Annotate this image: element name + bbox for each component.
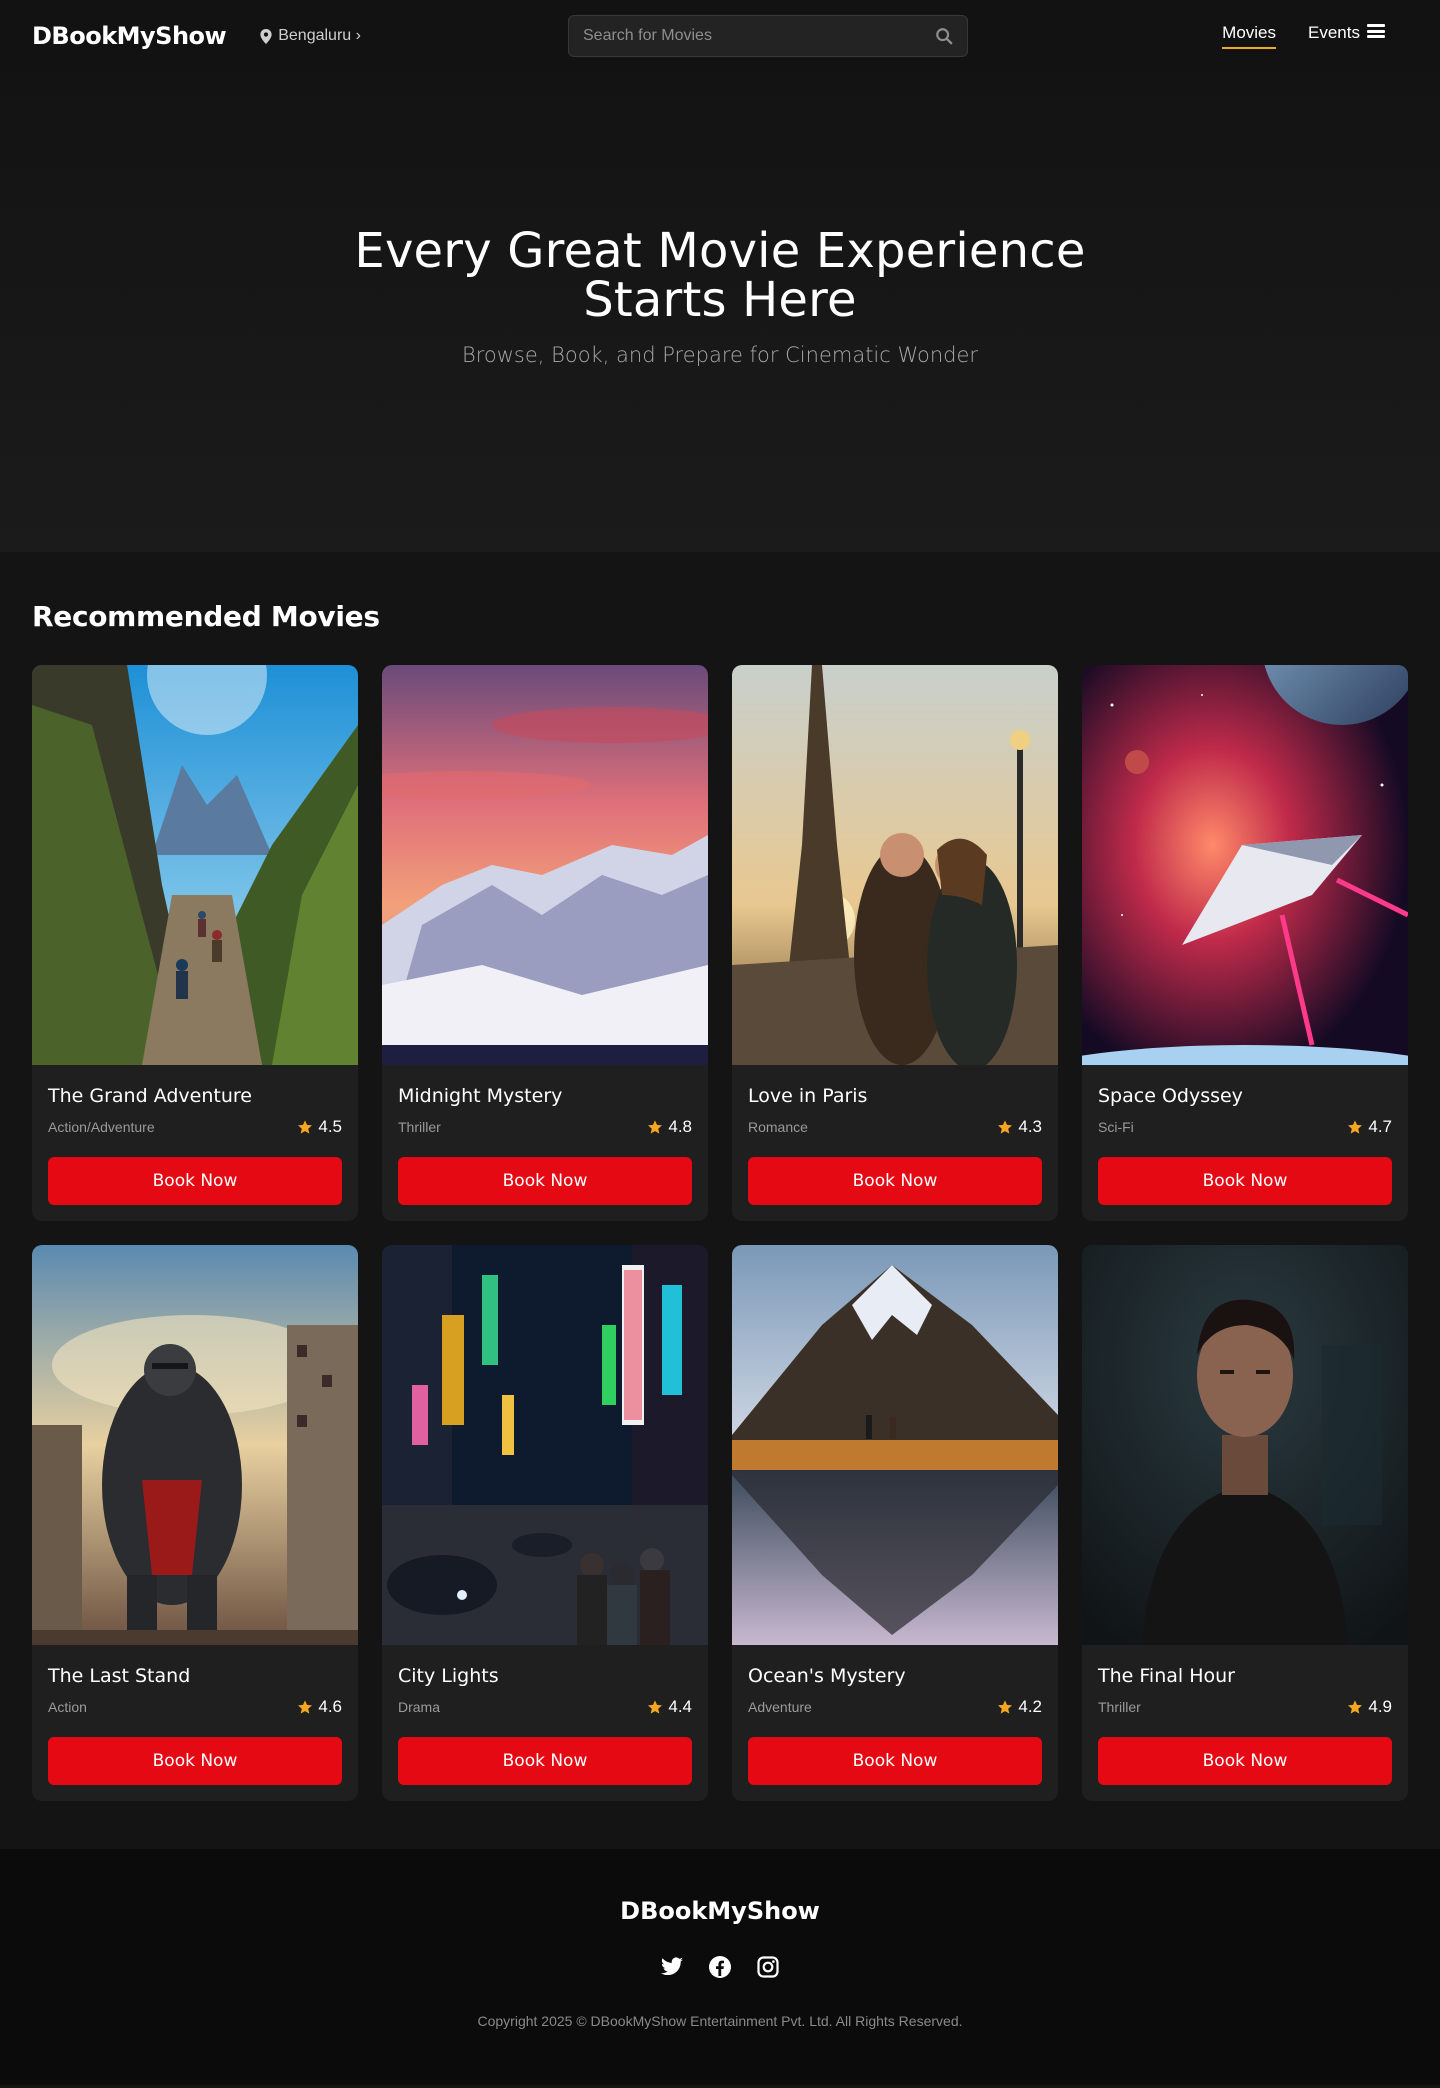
search-box (568, 15, 968, 57)
recommended-section: Recommended Movies The Grand Adventure A… (0, 552, 1440, 1849)
instagram-icon[interactable] (756, 1955, 780, 1979)
nav-events[interactable]: Events (1308, 23, 1360, 49)
section-title: Recommended Movies (32, 600, 380, 633)
rating-value: 4.2 (1018, 1697, 1042, 1716)
star-icon (1348, 1700, 1363, 1714)
location-label: Bengaluru › (278, 27, 361, 44)
nav-movies[interactable]: Movies (1222, 23, 1277, 49)
facebook-icon[interactable] (708, 1955, 732, 1979)
movie-title: The Last Stand (48, 1665, 191, 1687)
rating-value: 4.5 (318, 1117, 342, 1136)
movie-genre: Action (48, 1699, 87, 1715)
rating-value: 4.3 (1018, 1117, 1042, 1136)
book-now-button[interactable]: Book Now (748, 1737, 1042, 1785)
movie-genre: Romance (748, 1119, 808, 1135)
star-icon (648, 1700, 663, 1714)
hamburger-menu-icon[interactable] (1367, 22, 1385, 40)
star-icon (998, 1700, 1013, 1714)
movie-poster-image[interactable] (382, 665, 708, 1065)
movie-card[interactable]: City Lights Drama 4.4 Book Now (382, 1245, 708, 1801)
movie-title: Space Odyssey (1098, 1085, 1243, 1107)
movie-rating: 4.3 (997, 1117, 1042, 1137)
movie-genre: Action/Adventure (48, 1119, 155, 1135)
movie-genre: Sci-Fi (1098, 1119, 1134, 1135)
site-logo[interactable]: DBookMyShow (32, 22, 227, 50)
movie-rating: 4.8 (647, 1117, 692, 1137)
hero-subtitle: Browse, Book, and Prepare for Cinematic … (461, 343, 979, 367)
movie-card[interactable]: Ocean's Mystery Adventure 4.2 Book Now (732, 1245, 1058, 1801)
movie-poster-image[interactable] (32, 665, 358, 1065)
movie-grid: The Grand Adventure Action/Adventure 4.5… (32, 665, 1408, 1801)
movie-poster-image[interactable] (1082, 665, 1408, 1065)
star-icon (298, 1120, 313, 1134)
movie-genre: Thriller (1098, 1699, 1141, 1715)
movie-rating: 4.7 (1347, 1117, 1392, 1137)
movie-rating: 4.4 (647, 1697, 692, 1717)
movie-rating: 4.9 (1347, 1697, 1392, 1717)
hero-banner: Every Great Movie Experience Starts Here… (0, 72, 1440, 552)
movie-card[interactable]: The Last Stand Action 4.6 Book Now (32, 1245, 358, 1801)
book-now-button[interactable]: Book Now (1098, 1737, 1392, 1785)
star-icon (298, 1700, 313, 1714)
star-icon (648, 1120, 663, 1134)
rating-value: 4.7 (1368, 1117, 1392, 1136)
movie-title: Ocean's Mystery (748, 1665, 906, 1687)
movie-poster-image[interactable] (382, 1245, 708, 1645)
movie-poster-image[interactable] (732, 665, 1058, 1065)
main-nav: Movies Events (1222, 0, 1360, 72)
book-now-button[interactable]: Book Now (398, 1737, 692, 1785)
movie-title: The Grand Adventure (48, 1085, 252, 1107)
book-now-button[interactable]: Book Now (1098, 1157, 1392, 1205)
movie-card[interactable]: Space Odyssey Sci-Fi 4.7 Book Now (1082, 665, 1408, 1221)
movie-rating: 4.6 (297, 1697, 342, 1717)
movie-card[interactable]: Love in Paris Romance 4.3 Book Now (732, 665, 1058, 1221)
rating-value: 4.4 (668, 1697, 692, 1716)
location-selector[interactable]: Bengaluru › (260, 27, 361, 45)
top-header: DBookMyShow Bengaluru › Movies Events (0, 0, 1440, 72)
rating-value: 4.6 (318, 1697, 342, 1716)
movie-genre: Drama (398, 1699, 441, 1715)
star-icon (1348, 1120, 1363, 1134)
movie-title: City Lights (398, 1665, 499, 1687)
star-icon (998, 1120, 1013, 1134)
footer-logo[interactable]: DBookMyShow (620, 1897, 820, 1925)
movie-genre: Adventure (748, 1699, 812, 1715)
book-now-button[interactable]: Book Now (398, 1157, 692, 1205)
movie-rating: 4.5 (297, 1117, 342, 1137)
book-now-button[interactable]: Book Now (48, 1157, 342, 1205)
twitter-icon[interactable] (660, 1955, 684, 1979)
copyright-text: Copyright 2025 © DBookMyShow Entertainme… (477, 2013, 963, 2029)
movie-poster-image[interactable] (732, 1245, 1058, 1645)
movie-title: The Final Hour (1098, 1665, 1235, 1687)
book-now-button[interactable]: Book Now (748, 1157, 1042, 1205)
movie-title: Love in Paris (748, 1085, 868, 1107)
movie-card[interactable]: The Final Hour Thriller 4.9 Book Now (1082, 1245, 1408, 1801)
hero-title: Every Great Movie Experience Starts Here (354, 223, 1086, 328)
movie-card[interactable]: The Grand Adventure Action/Adventure 4.5… (32, 665, 358, 1221)
rating-value: 4.8 (668, 1117, 692, 1136)
site-footer: DBookMyShow Copyright 2025 © DBookMyShow… (0, 1849, 1440, 2085)
social-links (660, 1955, 780, 1979)
movie-genre: Thriller (398, 1119, 441, 1135)
rating-value: 4.9 (1368, 1697, 1392, 1716)
book-now-button[interactable]: Book Now (48, 1737, 342, 1785)
movie-poster-image[interactable] (32, 1245, 358, 1645)
movie-rating: 4.2 (997, 1697, 1042, 1717)
search-input[interactable] (583, 27, 935, 45)
search-icon[interactable] (935, 27, 953, 45)
movie-card[interactable]: Midnight Mystery Thriller 4.8 Book Now (382, 665, 708, 1221)
location-pin-icon (260, 28, 272, 44)
movie-poster-image[interactable] (1082, 1245, 1408, 1645)
movie-title: Midnight Mystery (398, 1085, 563, 1107)
